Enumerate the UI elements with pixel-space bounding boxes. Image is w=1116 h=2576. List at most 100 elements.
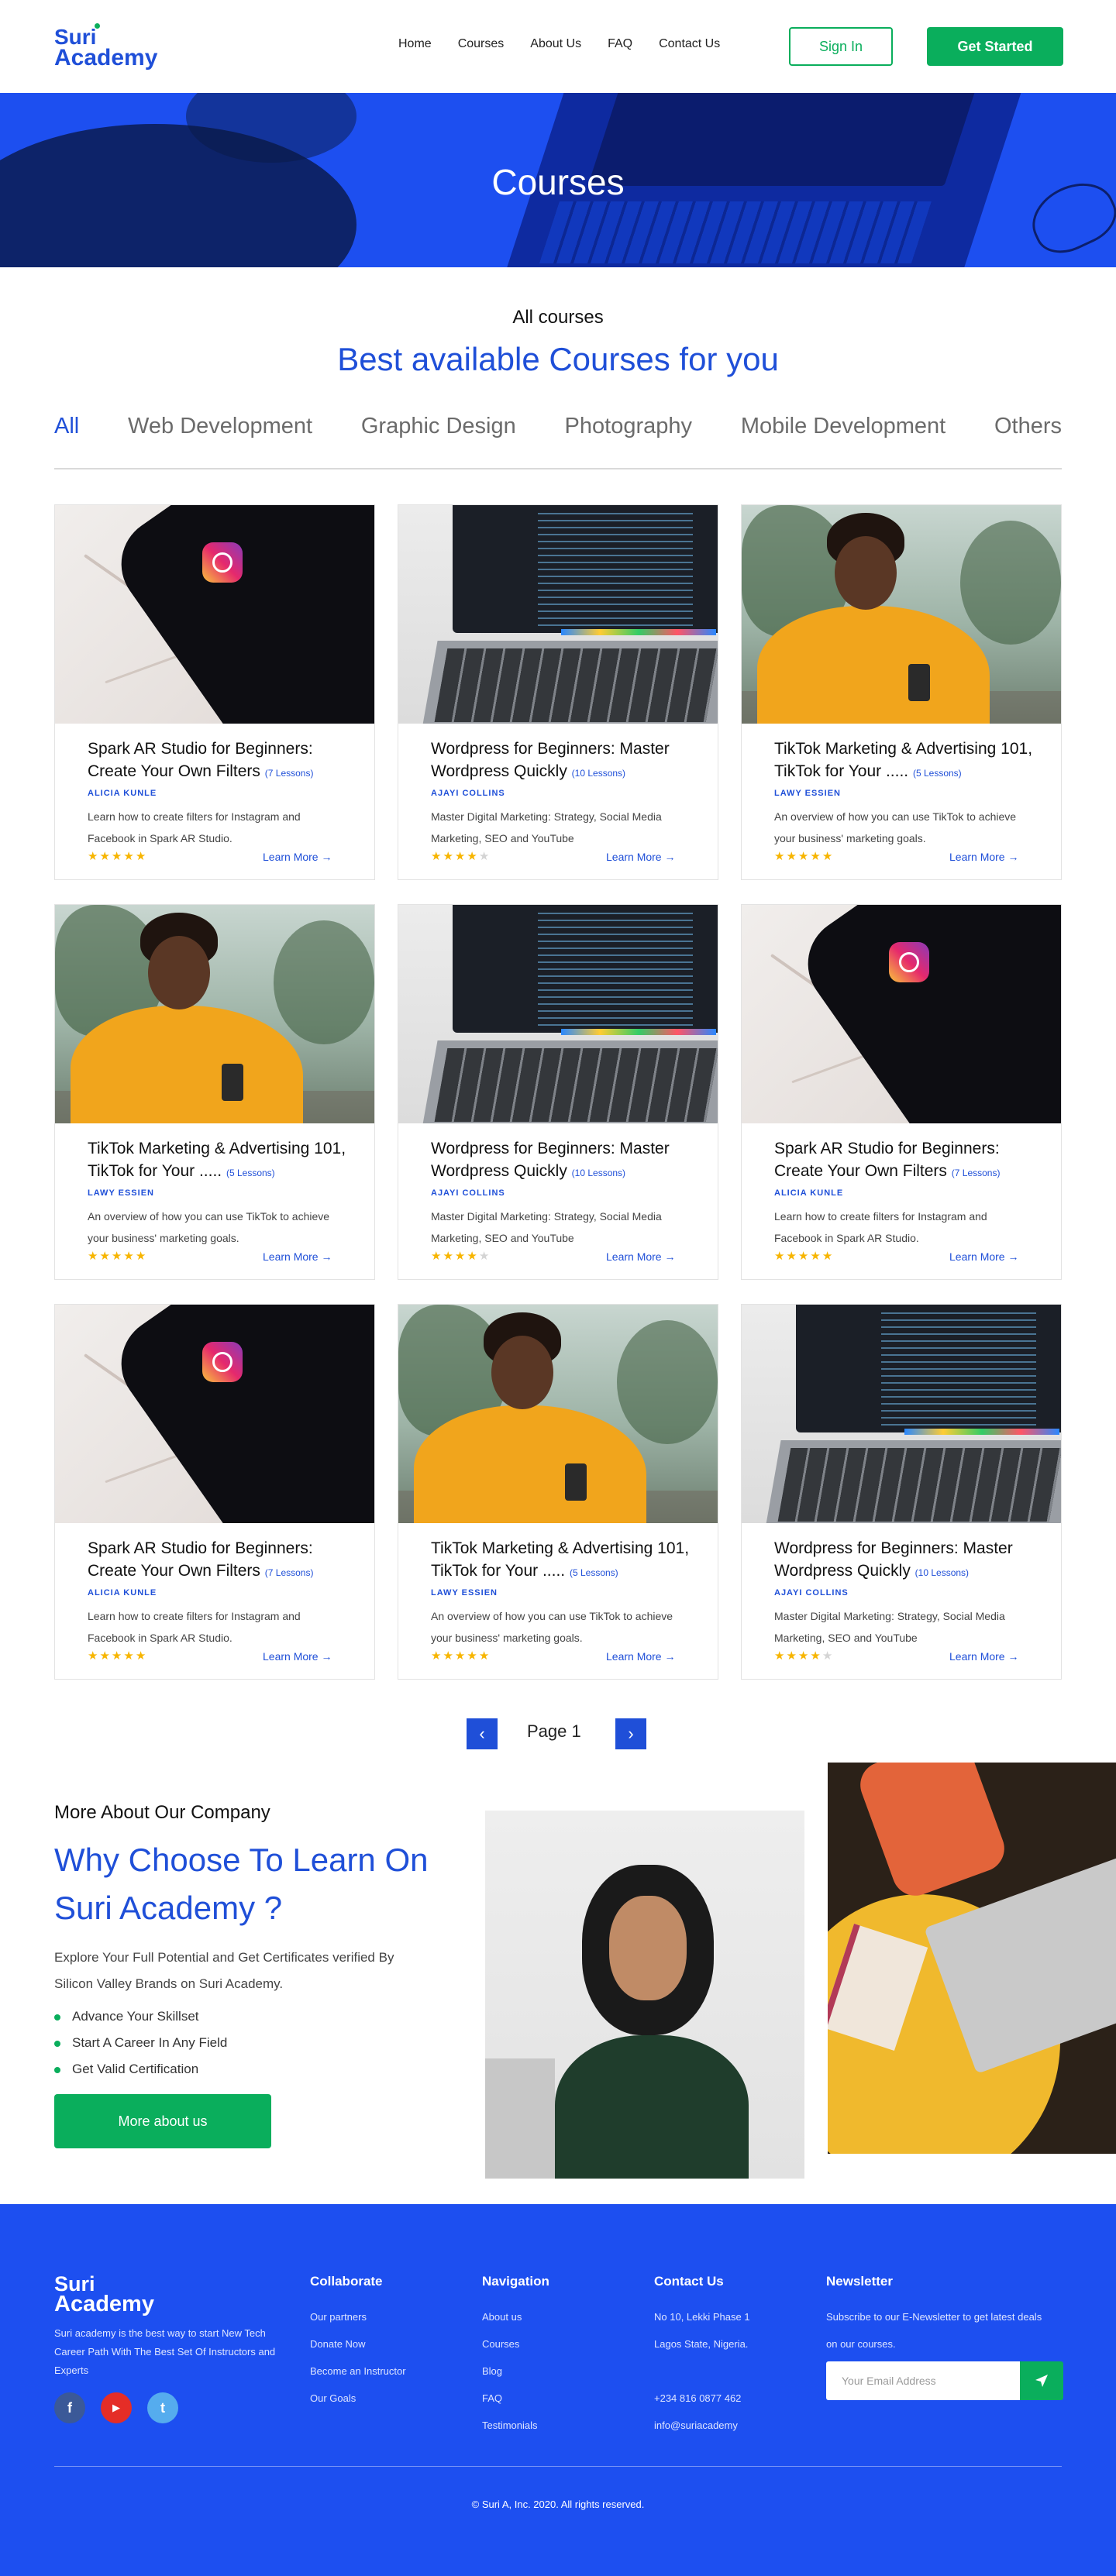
- footer-phone[interactable]: +234 816 0877 462: [654, 2385, 750, 2412]
- course-image[interactable]: [55, 905, 374, 1123]
- course-title-text: Wordpress for Beginners: Master Wordpres…: [774, 1539, 1013, 1580]
- star-icon: ★: [88, 850, 100, 863]
- tab-mobile-development[interactable]: Mobile Development: [741, 414, 946, 439]
- course-description: An overview of how you can use TikTok to…: [431, 1610, 673, 1644]
- course-card[interactable]: Spark AR Studio for Beginners: Create Yo…: [54, 1304, 375, 1680]
- nav-faq[interactable]: FAQ: [608, 37, 632, 51]
- learn-more-link[interactable]: Learn More →: [949, 1250, 1018, 1263]
- course-description: An overview of how you can use TikTok to…: [774, 810, 1017, 844]
- pagination-prev-button[interactable]: ‹: [467, 1718, 498, 1749]
- facebook-icon[interactable]: f: [54, 2392, 85, 2423]
- course-image[interactable]: [55, 505, 374, 724]
- course-card[interactable]: Spark AR Studio for Beginners: Create Yo…: [54, 504, 375, 880]
- course-card[interactable]: TikTok Marketing & Advertising 101, TikT…: [398, 1304, 718, 1680]
- course-image[interactable]: [398, 505, 718, 724]
- course-image[interactable]: [398, 1305, 718, 1523]
- page: Suri Academy Home Courses About Us FAQ C…: [0, 0, 1116, 2576]
- tab-photography[interactable]: Photography: [565, 414, 692, 439]
- footer: Suri Academy Suri academy is the best wa…: [0, 2204, 1116, 2576]
- footer-link-faq[interactable]: FAQ: [482, 2385, 549, 2412]
- course-title[interactable]: Spark AR Studio for Beginners: Create Yo…: [88, 738, 351, 785]
- palm-tree: [617, 1320, 718, 1444]
- tab-others[interactable]: Others: [994, 414, 1062, 439]
- footer-email[interactable]: info@suriacademy: [654, 2412, 750, 2439]
- tab-all[interactable]: All: [54, 414, 79, 439]
- course-title[interactable]: TikTok Marketing & Advertising 101, TikT…: [431, 1537, 694, 1584]
- star-icon: ★: [786, 850, 798, 863]
- footer-col-newsletter: Newsletter Subscribe to our E-Newsletter…: [826, 2274, 1051, 2358]
- get-started-button[interactable]: Get Started: [927, 27, 1063, 66]
- course-card[interactable]: Spark AR Studio for Beginners: Create Yo…: [741, 904, 1062, 1280]
- pagination-next-button[interactable]: ›: [615, 1718, 646, 1749]
- learn-more-link[interactable]: Learn More →: [606, 851, 675, 863]
- tab-graphic-design[interactable]: Graphic Design: [361, 414, 516, 439]
- learn-more-link[interactable]: Learn More →: [263, 1650, 332, 1663]
- list-item: Advance Your Skillset: [54, 2003, 227, 2030]
- course-image[interactable]: [398, 905, 718, 1123]
- course-image[interactable]: [742, 905, 1061, 1123]
- nav-contact-us[interactable]: Contact Us: [659, 37, 720, 51]
- course-card[interactable]: TikTok Marketing & Advertising 101, TikT…: [54, 904, 375, 1280]
- course-author: AJAYI COLLINS: [431, 1188, 505, 1198]
- course-image[interactable]: [742, 1305, 1061, 1523]
- footer-link-donate-now[interactable]: Donate Now: [310, 2330, 406, 2358]
- footer-link-our-partners[interactable]: Our partners: [310, 2303, 406, 2330]
- footer-logo[interactable]: Suri Academy: [54, 2274, 154, 2316]
- learn-more-link[interactable]: Learn More →: [949, 851, 1018, 863]
- instagram-icon: [889, 942, 929, 982]
- course-card[interactable]: Wordpress for Beginners: Master Wordpres…: [741, 1304, 1062, 1680]
- course-title[interactable]: TikTok Marketing & Advertising 101, TikT…: [88, 1137, 351, 1185]
- course-card[interactable]: TikTok Marketing & Advertising 101, TikT…: [741, 504, 1062, 880]
- course-card[interactable]: Wordpress for Beginners: Master Wordpres…: [398, 904, 718, 1280]
- more-about-us-button[interactable]: More about us: [54, 2094, 271, 2148]
- brand-logo[interactable]: Suri Academy: [54, 23, 157, 70]
- course-title[interactable]: Wordpress for Beginners: Master Wordpres…: [774, 1537, 1038, 1584]
- course-description: An overview of how you can use TikTok to…: [88, 1210, 330, 1244]
- footer-link-about-us[interactable]: About us: [482, 2303, 549, 2330]
- footer-link-testimonials[interactable]: Testimonials: [482, 2412, 549, 2439]
- learn-more-link[interactable]: Learn More →: [949, 1650, 1018, 1663]
- course-title[interactable]: TikTok Marketing & Advertising 101, TikT…: [774, 738, 1038, 785]
- footer-col-title: Newsletter: [826, 2274, 893, 2289]
- newsletter-submit-button[interactable]: [1020, 2361, 1063, 2400]
- star-icon: ★: [99, 1250, 112, 1263]
- star-icon: ★: [135, 1250, 148, 1263]
- code-lines: [538, 913, 693, 1029]
- footer-link-our-goals[interactable]: Our Goals: [310, 2385, 406, 2412]
- star-icon: ★: [797, 850, 811, 863]
- course-title[interactable]: Spark AR Studio for Beginners: Create Yo…: [88, 1537, 351, 1584]
- sign-in-button[interactable]: Sign In: [789, 27, 893, 66]
- list-item: Get Valid Certification: [54, 2056, 227, 2082]
- chevron-left-icon: ‹: [479, 1724, 485, 1743]
- course-image[interactable]: [55, 1305, 374, 1523]
- course-card[interactable]: Wordpress for Beginners: Master Wordpres…: [398, 504, 718, 880]
- course-title[interactable]: Spark AR Studio for Beginners: Create Yo…: [774, 1137, 1038, 1185]
- learn-more-link[interactable]: Learn More →: [606, 1250, 675, 1263]
- tab-web-development[interactable]: Web Development: [128, 414, 312, 439]
- course-description: Master Digital Marketing: Strategy, Soci…: [431, 810, 662, 844]
- course-title[interactable]: Wordpress for Beginners: Master Wordpres…: [431, 1137, 694, 1185]
- footer-link-become-instructor[interactable]: Become an Instructor: [310, 2358, 406, 2385]
- portrait-shirt: [555, 2035, 749, 2179]
- youtube-icon[interactable]: ▶: [101, 2392, 132, 2423]
- star-icon: ★: [123, 1649, 136, 1663]
- nav-courses[interactable]: Courses: [458, 37, 505, 51]
- twitter-icon[interactable]: t: [147, 2392, 178, 2423]
- learn-more-link[interactable]: Learn More →: [263, 1250, 332, 1263]
- course-title[interactable]: Wordpress for Beginners: Master Wordpres…: [431, 738, 694, 785]
- laptop-dock: [904, 1429, 1059, 1435]
- nav-home[interactable]: Home: [398, 37, 432, 51]
- lesson-count: (7 Lessons): [951, 1168, 1001, 1178]
- woman-portrait-image: [485, 1811, 804, 2179]
- nav-about-us[interactable]: About Us: [530, 37, 581, 51]
- footer-link-courses[interactable]: Courses: [482, 2330, 549, 2358]
- learn-more-link[interactable]: Learn More →: [263, 851, 332, 863]
- star-rating: ★★★★★: [88, 849, 147, 863]
- newsletter-email-input[interactable]: Your Email Address: [826, 2361, 1020, 2400]
- learn-more-link[interactable]: Learn More →: [606, 1650, 675, 1663]
- course-image[interactable]: [742, 505, 1061, 724]
- course-author: ALICIA KUNLE: [88, 1588, 157, 1598]
- star-icon: ★: [443, 850, 455, 863]
- star-icon: ★: [467, 1250, 479, 1263]
- footer-link-blog[interactable]: Blog: [482, 2358, 549, 2385]
